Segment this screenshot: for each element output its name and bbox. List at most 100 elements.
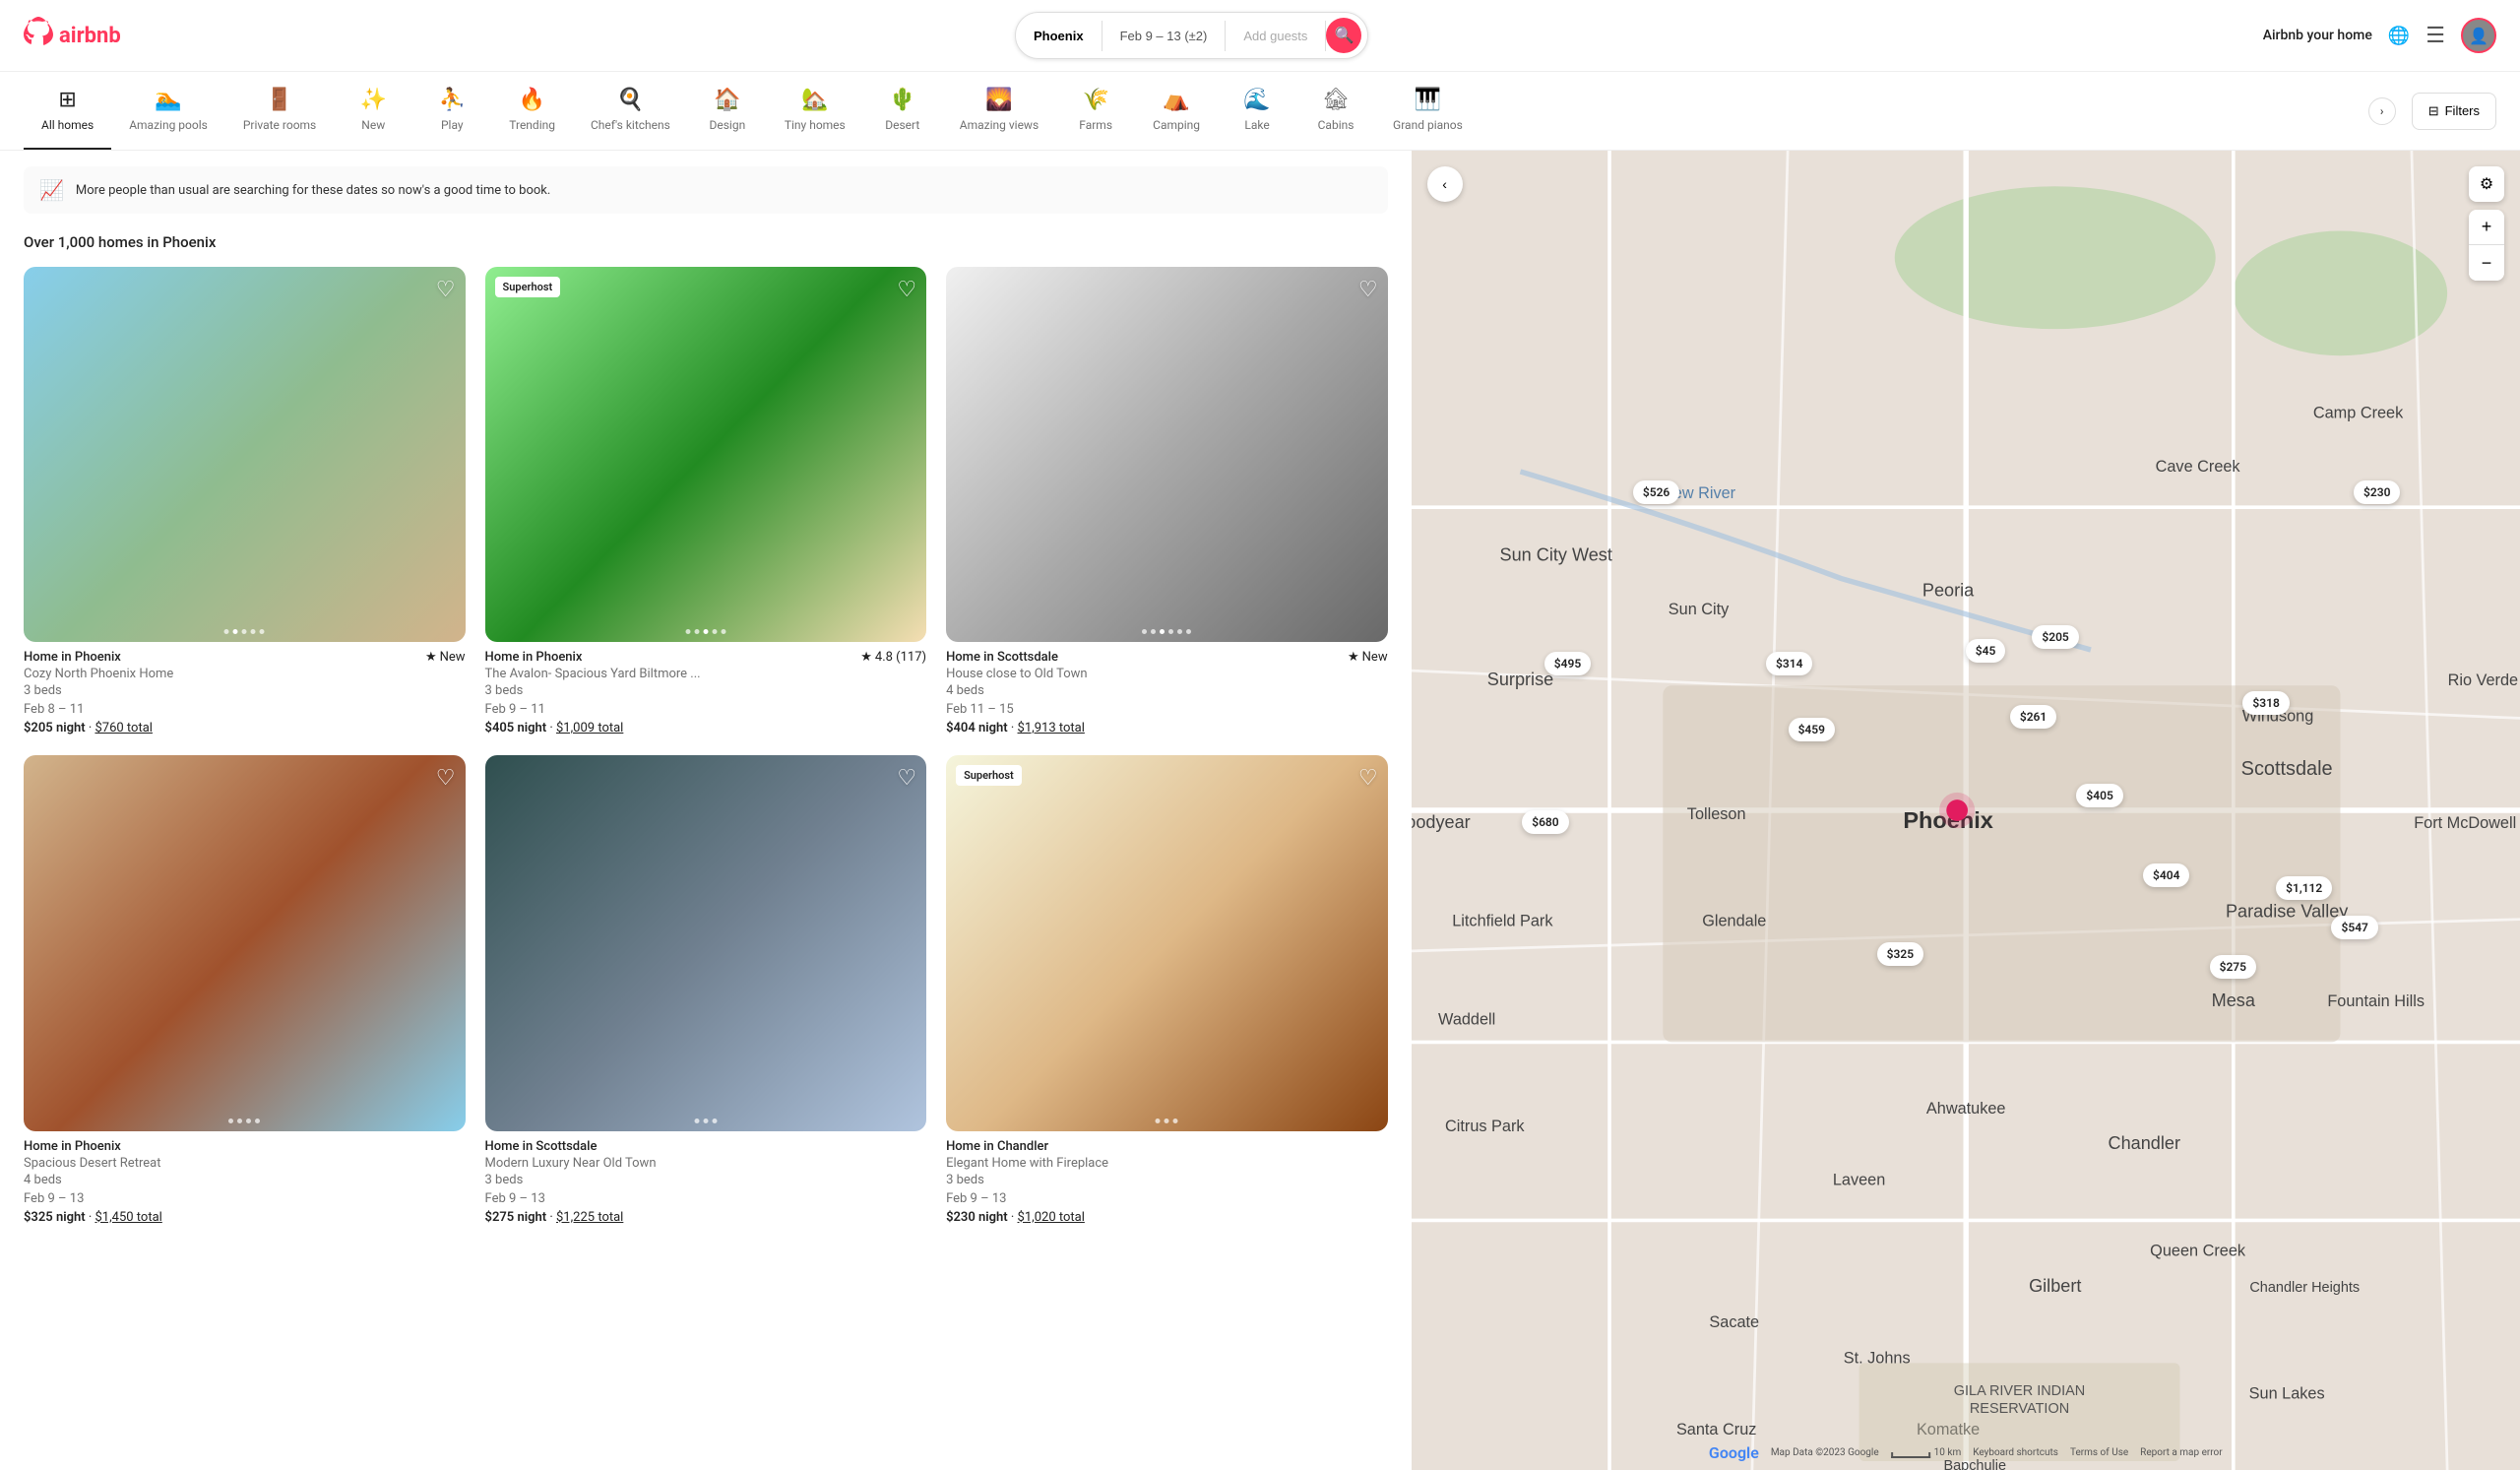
dot [1160, 629, 1165, 634]
category-item-private-rooms[interactable]: 🚪Private rooms [225, 72, 334, 150]
category-item-amazing-pools[interactable]: 🏊 Amazing pools [111, 72, 225, 150]
price-marker-m1[interactable]: $526 [1633, 480, 1679, 504]
listing-header: Home in Chandler [946, 1139, 1388, 1154]
keyboard-shortcuts[interactable]: Keyboard shortcuts [1973, 1447, 2058, 1458]
listing-card-listing-4[interactable]: ♡ Home in Phoenix Spacious Desert Retrea… [24, 755, 466, 1224]
listing-info: Home in Phoenix ★ 4.8 (117) The Avalon- … [485, 642, 927, 735]
listing-image [485, 267, 927, 642]
listing-card-listing-6[interactable]: Superhost ♡ Home in Chandler Elegant Hom… [946, 755, 1388, 1224]
dot [251, 629, 256, 634]
category-item-trending[interactable]: 🔥Trending [491, 72, 573, 150]
category-item-camping[interactable]: ⛺Camping [1135, 72, 1218, 150]
dot-nav [1156, 1118, 1178, 1123]
svg-text:Rio Verde: Rio Verde [2447, 671, 2518, 689]
listing-card-listing-1[interactable]: ♡ Home in Phoenix ★ New Cozy North Phoen… [24, 267, 466, 735]
category-item-chefs-kitchens[interactable]: 🍳Chef's kitchens [573, 72, 688, 150]
report-error[interactable]: Report a map error [2140, 1447, 2222, 1458]
category-item-desert[interactable]: 🌵Desert [863, 72, 942, 150]
price-marker-m10[interactable]: $680 [1522, 810, 1568, 834]
price-marker-m13[interactable]: $325 [1877, 942, 1923, 966]
category-icon-amazing-pools: 🏊 [155, 88, 181, 112]
category-item-grand-pianos[interactable]: 🎹Grand pianos [1375, 72, 1480, 150]
listing-image [946, 755, 1388, 1130]
listing-card-listing-3[interactable]: ♡ Home in Scottsdale ★ New House close t… [946, 267, 1388, 735]
map-settings-button[interactable]: ⚙ [2469, 166, 2504, 202]
menu-button[interactable]: ☰ [2426, 23, 2445, 48]
wishlist-button[interactable]: ♡ [436, 765, 456, 791]
price-marker-m14[interactable]: $275 [2210, 955, 2256, 979]
price-marker-m11[interactable]: $405 [2076, 784, 2122, 807]
wishlist-button[interactable]: ♡ [897, 277, 916, 302]
listing-info: Home in Phoenix ★ New Cozy North Phoenix… [24, 642, 466, 735]
price-marker-m8[interactable]: $261 [2010, 705, 2056, 729]
listing-image [24, 755, 466, 1130]
avatar[interactable]: 👤 [2461, 18, 2496, 53]
guests-search[interactable]: Add guests [1226, 21, 1326, 51]
dot [1168, 629, 1173, 634]
price-marker-m12[interactable]: $404 [2143, 863, 2189, 887]
price-marker-m7[interactable]: $205 [2032, 625, 2078, 649]
category-item-lake[interactable]: 🌊Lake [1218, 72, 1296, 150]
category-item-play[interactable]: ⛹Play [412, 72, 491, 150]
superhost-badge: Superhost [956, 765, 1022, 786]
category-item-design[interactable]: 🏠Design [688, 72, 767, 150]
listing-price: $404 night · $1,913 total [946, 721, 1388, 735]
dot-nav [685, 629, 725, 634]
airbnb-home-link[interactable]: Airbnb your home [2263, 28, 2372, 43]
price-marker-m2[interactable]: $230 [2354, 480, 2400, 504]
listing-header: Home in Phoenix ★ New [24, 650, 466, 665]
price-marker-m3[interactable]: $495 [1544, 652, 1591, 675]
svg-text:Cave Creek: Cave Creek [2155, 458, 2240, 476]
logo[interactable]: airbnb [24, 17, 121, 55]
search-button[interactable]: 🔍 [1326, 18, 1361, 53]
location-search[interactable]: Phoenix [1016, 21, 1102, 51]
listing-beds: 3 beds [24, 683, 466, 698]
terms-of-use[interactable]: Terms of Use [2070, 1447, 2128, 1458]
dot [260, 629, 265, 634]
header: airbnb Phoenix Feb 9 – 13 (±2) Add guest… [0, 0, 2520, 72]
price-marker-m15[interactable]: $1,112 [2276, 876, 2332, 900]
category-item-cabins[interactable]: 🏚Cabins [1296, 72, 1375, 150]
price-marker-m6[interactable]: $45 [1966, 639, 2006, 663]
category-item-all-homes[interactable]: ⊞All homes [24, 72, 111, 150]
star-icon: ★ [860, 650, 872, 665]
alert-icon: 📈 [39, 178, 64, 202]
globe-button[interactable]: 🌐 [2388, 26, 2410, 46]
dates-search[interactable]: Feb 9 – 13 (±2) [1102, 21, 1227, 51]
category-item-amazing-views[interactable]: 🌄Amazing views [942, 72, 1056, 150]
category-label-new: New [361, 118, 385, 132]
scroll-right-arrow[interactable]: › [2368, 97, 2396, 125]
wishlist-button[interactable]: ♡ [1358, 765, 1378, 791]
price-marker-m16[interactable]: $547 [2331, 916, 2377, 939]
wishlist-button[interactable]: ♡ [897, 765, 916, 791]
dot [237, 1118, 242, 1123]
category-icon-cabins: 🏚 [1322, 88, 1350, 112]
category-icon-trending: 🔥 [519, 88, 545, 112]
zoom-in-button[interactable]: + [2469, 210, 2504, 245]
dot [242, 629, 247, 634]
svg-text:Fort McDowell: Fort McDowell [2414, 814, 2516, 832]
price-marker-m5[interactable]: $459 [1789, 718, 1835, 741]
listing-dates: Feb 8 – 11 [24, 702, 466, 717]
zoom-out-button[interactable]: − [2469, 245, 2504, 281]
svg-text:Sacate: Sacate [1709, 1313, 1759, 1331]
listing-card-listing-5[interactable]: ♡ Home in Scottsdale Modern Luxury Near … [485, 755, 927, 1224]
category-item-new[interactable]: ✨New [334, 72, 412, 150]
listing-image [946, 267, 1388, 642]
listing-info: Home in Scottsdale Modern Luxury Near Ol… [485, 1131, 927, 1225]
listing-card-listing-2[interactable]: Superhost ♡ Home in Phoenix ★ 4.8 (117) … [485, 267, 927, 735]
filters-button[interactable]: ⊟ Filters [2412, 93, 2496, 130]
wishlist-button[interactable]: ♡ [1358, 277, 1378, 302]
scale-line [1891, 1452, 1930, 1458]
price-marker-m4[interactable]: $314 [1766, 652, 1812, 675]
map-collapse-button[interactable]: ‹ [1427, 166, 1463, 202]
category-item-farms[interactable]: 🌾Farms [1056, 72, 1135, 150]
logo-icon [24, 17, 53, 55]
price-marker-m9[interactable]: $318 [2242, 691, 2289, 715]
dot [1177, 629, 1182, 634]
svg-text:RESERVATION: RESERVATION [1969, 1401, 2068, 1417]
category-item-tiny-homes[interactable]: 🏡Tiny homes [767, 72, 863, 150]
wishlist-button[interactable]: ♡ [436, 277, 456, 302]
svg-text:Waddell: Waddell [1438, 1010, 1495, 1028]
category-label-amazing-pools: Amazing pools [129, 118, 208, 132]
